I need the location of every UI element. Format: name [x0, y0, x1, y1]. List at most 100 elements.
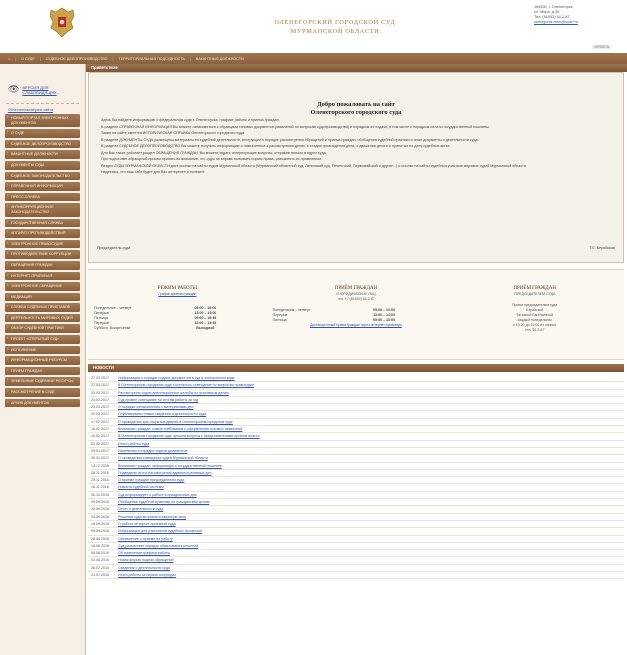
news-link[interactable]: О проведении дня открытых дверей в Олене… [118, 419, 624, 425]
sidebar-item[interactable]: Земельные судебные ресурсы [5, 377, 80, 387]
visually-impaired-link[interactable]: 👁 ВЕРСИЯ ДЛЯ СЛАБОВИДЯЩИХ [8, 84, 85, 95]
sidebar-item[interactable]: Служба судебных приставов [5, 303, 80, 312]
sidebar-item[interactable]: Судебное делопроизводство [5, 139, 80, 149]
news-link[interactable]: Суд провел совещание по итогам работы за… [118, 397, 624, 403]
news-link[interactable]: О порядке ознакомления с материалами дел [118, 404, 624, 410]
news-date: 02.02.2017 [91, 441, 109, 446]
news-item: 24.09.2016 Решения суда вступили в законн… [88, 514, 624, 521]
sidebar-item[interactable]: Проект «Открытый суд» [5, 335, 80, 344]
welcome-title-line-2: Оленегорского городского суда [310, 109, 402, 116]
news-link[interactable]: Обобщение судебной практики по гражданск… [118, 499, 624, 505]
schedule-day: Суббота, Воскресенье [94, 326, 131, 330]
news-link[interactable]: Новости судебной системы [118, 484, 624, 490]
topnav-separator: | [39, 56, 41, 61]
sidebar-item[interactable]: Обращения граждан [5, 260, 80, 270]
news-link[interactable]: Объявление о приеме на работу [118, 536, 624, 542]
sidebar-item[interactable]: Информационные ресурсы [5, 356, 80, 365]
welcome-paragraph: Надеемся, что наш сайт будет для Вас инт… [101, 170, 205, 174]
news-link[interactable]: О работе интернет-приемной суда [118, 521, 624, 527]
news-item: 29.09.2016 Обобщение судебной практики по… [88, 499, 624, 507]
sidebar-item[interactable]: Вакантные должности [5, 150, 80, 159]
news-link[interactable]: Новая форма подачи обращений [118, 557, 624, 563]
news-link[interactable]: Информация о порядке подачи документов в… [118, 375, 624, 381]
topnav-item-vacancies[interactable]: ВАКАНТНЫЕ ДОЛЖНОСТИ [196, 57, 244, 61]
news-link[interactable]: Вниманию граждан: новые требования к офо… [118, 426, 624, 432]
news-item: 18.11.2016 Новости судебной системы [88, 484, 624, 492]
visually-impaired-label[interactable]: ВЕРСИЯ ДЛЯ СЛАБОВИДЯЩИХ [22, 85, 78, 95]
news-link[interactable]: Итоги работы суда [118, 441, 624, 447]
sidebar-item[interactable]: Обзор судебной практики [5, 324, 80, 334]
news-item: 21.07.2016 Итоги работы за первое полугод… [88, 572, 624, 580]
news-link[interactable]: Об изменении графика работы [118, 550, 624, 556]
sidebar-item[interactable]: Антикоррупционное законодательство [5, 203, 80, 217]
sidebar-item[interactable]: Аппарат противодействия [5, 229, 80, 238]
topnav-item-about[interactable]: О СУДЕ [21, 57, 35, 61]
sidebar-item[interactable]: Архив документов [5, 398, 80, 408]
sidebar-item[interactable]: Документы суда [5, 160, 80, 170]
news-item: 25.11.2016 О приеме граждан председателем… [88, 477, 624, 485]
welcome-paragraphs: Здесь Вы найдете информацию о федерально… [95, 118, 617, 176]
news-date: 15.02.2017 [91, 434, 109, 439]
contact-email-link[interactable]: olenegorsk.mrm@sudrf.ru [534, 20, 626, 25]
sidebar-item[interactable]: Противодействие коррупции [5, 250, 80, 259]
sidebar-item[interactable]: Государственная служба [5, 218, 80, 228]
work-hours-link[interactable]: График приема граждан [94, 292, 261, 296]
sidebar-item[interactable]: Медиация [5, 292, 80, 302]
work-hours-column: РЕЖИМ РАБОТЫ График приема граждан Понед… [88, 270, 267, 359]
news-link[interactable]: В Оленегорском городском суде прошла вст… [118, 433, 624, 439]
news-link[interactable]: Отчет о деятельности суда [118, 506, 624, 512]
sidebar-item[interactable]: Рассмотрение в суде [5, 388, 80, 397]
sidebar-item[interactable]: О суде [5, 129, 80, 138]
welcome-paragraph: При подготовке обращений просим принять … [101, 157, 323, 161]
news-link[interactable]: В Оленегорском городском суде состоялось… [118, 382, 624, 388]
topnav-item-proceedings[interactable]: СУДЕБНОЕ ДЕЛОПРОИЗВОДСТВО [46, 57, 108, 61]
news-date: 25.11.2016 [91, 478, 109, 483]
sidebar-item[interactable]: Электронное правосудие [5, 239, 80, 249]
news-item: 28.09.2016 Отчет о деятельности суда [88, 506, 624, 514]
sidebar-item[interactable]: Пресс-служба [5, 192, 80, 202]
sidebar-item[interactable]: Справочная информация [5, 182, 80, 191]
news-item: 25.03.2017 Рассмотрены судом апелляционны… [88, 390, 624, 397]
welcome-paragraph: В разделе СУДЕБНОЕ ДЕЛОПРОИЗВОДСТВО Вы м… [101, 144, 451, 148]
simple-version-link[interactable]: Облегченная версия сайта [0, 104, 85, 112]
news-item: 05.09.2016 Информация для участников суде… [88, 528, 624, 536]
news-link[interactable]: Информация для участников судебных проце… [118, 528, 624, 534]
news-date: 24.03.2017 [91, 397, 109, 402]
news-link[interactable]: Опубликованы новые сведения о деятельнос… [118, 411, 624, 417]
news-item: 16.02.2017 Вниманию граждан: новые требов… [88, 426, 624, 434]
news-item: 15.02.2017 В Оленегорском городском суде … [88, 433, 624, 441]
news-link[interactable]: Суд разъясняет порядок обжалования решен… [118, 543, 624, 549]
news-date: 06.10.2016 [91, 492, 109, 497]
news-item: 01.08.2016 Новая форма подачи обращений [88, 557, 624, 565]
sidebar-item[interactable]: Исполнение [5, 345, 80, 355]
court-title-line-2: МУРМАНСКОЙ ОБЛАСТИ [290, 28, 380, 35]
news-link[interactable]: Итоги работы за первое полугодие [118, 572, 624, 578]
news-link[interactable]: О проведении совещания судей Мурманской … [118, 455, 624, 461]
news-link[interactable]: Подведены итоги рассмотрения администрат… [118, 470, 624, 476]
version-button[interactable]: VERSION [592, 45, 612, 49]
news-item: 02.02.2017 Итоги работы суда [88, 441, 624, 448]
news-link[interactable]: О приеме граждан председателем суда [118, 477, 624, 483]
news-item: 20.03.2017 Опубликованы новые сведения о … [88, 411, 624, 419]
sidebar-item[interactable]: Деятельность мировых судей [5, 313, 80, 323]
news-link[interactable]: Суд информирует о работе в праздничные д… [118, 492, 624, 498]
eye-icon: 👁 [8, 84, 20, 94]
news-link[interactable]: Сведения о деятельности суда [118, 565, 624, 571]
news-link[interactable]: Изменения в порядке подачи документов [118, 448, 624, 454]
news-link[interactable]: Решения суда вступили в законную силу [118, 514, 624, 520]
topnav-home-icon[interactable]: ⌂ [8, 57, 10, 61]
sidebar-item[interactable]: Интернет-приемная [5, 271, 80, 281]
news-item: 09.08.2016 Об изменении графика работы [88, 550, 624, 558]
sidebar-item[interactable]: Новый портал электронных документов [5, 114, 80, 128]
topnav-item-jurisdiction[interactable]: ТЕРРИТОРИАЛЬНАЯ ПОДСУДНОСТЬ [118, 57, 184, 61]
news-link[interactable]: Рассмотрены судом апелляционные жалобы п… [118, 390, 624, 396]
news-item: 06.10.2016 Суд информирует о работе в пра… [88, 492, 624, 500]
sidebar-item[interactable]: Электронное обращение [5, 282, 80, 291]
sidebar-item[interactable]: Судебное законодательство [5, 171, 80, 181]
topnav-separator: | [189, 56, 191, 61]
header: ОЛЕНЕГОРСКИЙ ГОРОДСКОЙ СУД МУРМАНСКОЙ ОБ… [0, 0, 627, 53]
news-link[interactable]: Вниманию граждан: информация о государст… [118, 463, 624, 469]
news-date: 17.02.2017 [91, 419, 109, 424]
sidebar-item[interactable]: Прием граждан [5, 366, 80, 376]
remote-reception-link[interactable]: Дистанционный прием граждан через интерн… [273, 323, 440, 327]
